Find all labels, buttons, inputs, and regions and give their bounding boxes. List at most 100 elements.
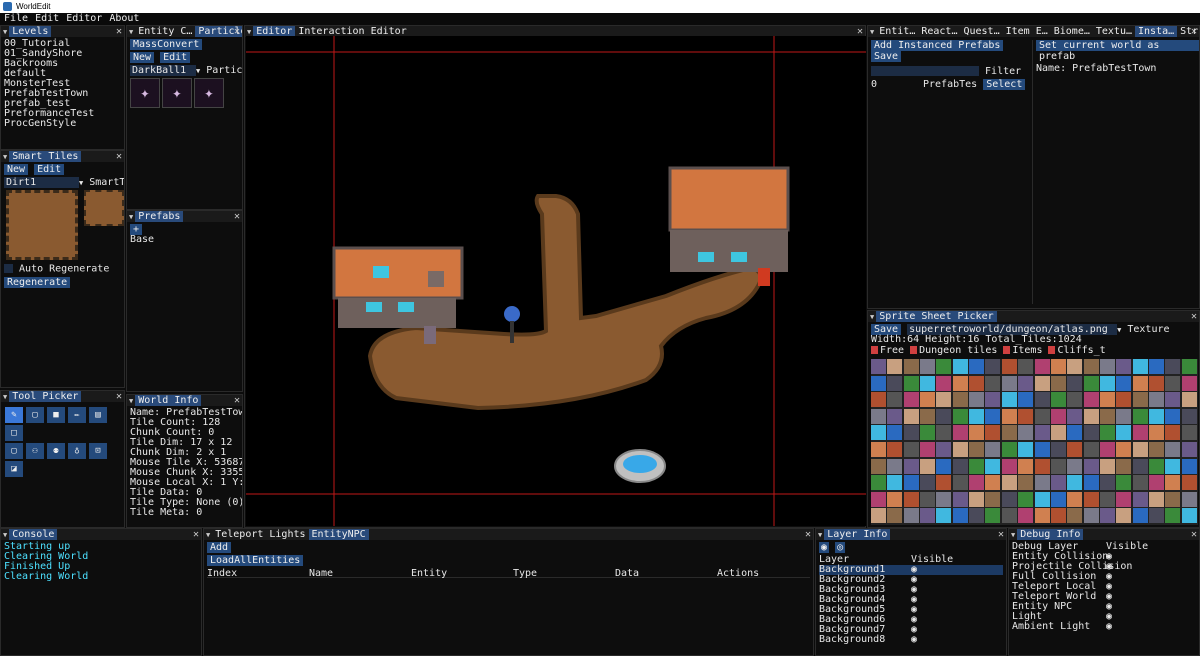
sprite-tile[interactable]	[1083, 508, 1099, 524]
prefab-item[interactable]: Base	[130, 235, 239, 245]
sprite-tile[interactable]	[1148, 392, 1164, 408]
sprite-tile[interactable]	[952, 392, 968, 408]
sprite-tile[interactable]	[1148, 491, 1164, 507]
sprite-tile[interactable]	[1148, 425, 1164, 441]
sprite-tile[interactable]	[1132, 458, 1148, 474]
sprite-tile[interactable]	[1099, 408, 1115, 424]
sprite-tile[interactable]	[1050, 442, 1066, 457]
sprite-tile[interactable]	[1034, 442, 1050, 457]
smart-tile-select[interactable]: Dirt1	[4, 177, 79, 188]
sprite-tile[interactable]	[887, 491, 903, 507]
chevron-down-icon[interactable]: ▼	[196, 67, 200, 75]
sprite-tile[interactable]	[871, 359, 886, 374]
sprite-tile[interactable]	[920, 442, 936, 457]
sprite-tile[interactable]	[1083, 475, 1099, 491]
sprite-tile[interactable]	[1181, 408, 1197, 424]
regenerate-button[interactable]: Regenerate	[4, 276, 71, 288]
sprite-tile[interactable]	[1165, 359, 1181, 374]
sprite-tile[interactable]	[1148, 408, 1164, 424]
sprite-tile[interactable]	[1132, 475, 1148, 491]
particle-thumb[interactable]: ✦	[194, 78, 224, 108]
right-tab[interactable]: Quest…	[960, 26, 1002, 37]
sprite-tile[interactable]	[1067, 508, 1083, 524]
sprite-tile[interactable]	[920, 375, 936, 391]
particle-thumb[interactable]: ✦	[130, 78, 160, 108]
sprite-tile[interactable]	[903, 458, 919, 474]
sprite-tile[interactable]	[887, 408, 903, 424]
sprite-tile[interactable]	[1034, 408, 1050, 424]
sprite-tile[interactable]	[1067, 375, 1083, 391]
sprite-tile[interactable]	[871, 458, 886, 474]
sprite-tile[interactable]	[1165, 408, 1181, 424]
sprite-tile[interactable]	[1018, 359, 1034, 374]
sprite-tile[interactable]	[985, 375, 1001, 391]
sprite-tile[interactable]	[969, 375, 985, 391]
sprite-tile[interactable]	[1132, 491, 1148, 507]
sprite-tile[interactable]	[1148, 442, 1164, 457]
add-entity-button[interactable]: Add	[207, 542, 232, 553]
npc-tool-icon[interactable]: ⚉	[47, 443, 65, 459]
sprite-tab[interactable]: Dungeon tiles	[910, 345, 997, 356]
sprite-tile[interactable]	[871, 491, 886, 507]
sprite-tile[interactable]	[952, 508, 968, 524]
smart-new-button[interactable]: New	[4, 164, 29, 175]
sprite-tile[interactable]	[985, 491, 1001, 507]
sprite-tile[interactable]	[1050, 475, 1066, 491]
sprite-tile[interactable]	[952, 458, 968, 474]
sprite-tile[interactable]	[1165, 458, 1181, 474]
sprite-tile[interactable]	[1148, 458, 1164, 474]
sprite-tile[interactable]	[1067, 475, 1083, 491]
sprite-tile[interactable]	[936, 425, 952, 441]
sprite-tile[interactable]	[1034, 425, 1050, 441]
sprite-tile[interactable]	[1116, 458, 1132, 474]
sprite-tile[interactable]	[1001, 475, 1017, 491]
sprite-tile[interactable]	[903, 425, 919, 441]
sprite-tile[interactable]	[1018, 475, 1034, 491]
tab-entity[interactable]: Entity C…	[135, 26, 195, 37]
sprite-tile[interactable]	[1001, 508, 1017, 524]
close-icon[interactable]: ✕	[116, 151, 122, 162]
sprite-tile[interactable]	[1116, 491, 1132, 507]
sprite-tile[interactable]	[887, 508, 903, 524]
sprite-tile[interactable]	[1148, 359, 1164, 374]
chevron-down-icon[interactable]: ▼	[1117, 326, 1121, 334]
sprite-tile[interactable]	[920, 359, 936, 374]
sprite-tile[interactable]	[1083, 359, 1099, 374]
menu-editor[interactable]: Editor	[66, 13, 102, 24]
sprite-tab[interactable]: Items	[1003, 345, 1042, 356]
sprite-tile[interactable]	[903, 442, 919, 457]
sprite-tile[interactable]	[1116, 408, 1132, 424]
menu-file[interactable]: File	[4, 13, 28, 24]
close-icon[interactable]: ✕	[1191, 26, 1197, 37]
sprite-tile[interactable]	[969, 491, 985, 507]
sprite-tile[interactable]	[1018, 458, 1034, 474]
instanced-save-button[interactable]: Save	[871, 51, 902, 62]
sprite-tile[interactable]	[871, 508, 886, 524]
sprite-tab-label[interactable]: Items	[1012, 345, 1042, 356]
smart-edit-button[interactable]: Edit	[34, 164, 65, 175]
sprite-tile[interactable]	[920, 508, 936, 524]
sprite-tile[interactable]	[1001, 491, 1017, 507]
sprite-tile[interactable]	[1099, 508, 1115, 524]
sprite-tile[interactable]	[1018, 425, 1034, 441]
sprite-tile[interactable]	[952, 408, 968, 424]
close-icon[interactable]: ✕	[1191, 311, 1197, 322]
right-tab[interactable]: React…	[918, 26, 960, 37]
sprite-tile[interactable]	[1099, 442, 1115, 457]
sprite-tile[interactable]	[1001, 375, 1017, 391]
square-tool-icon[interactable]: ▢	[5, 443, 23, 459]
sprite-tile[interactable]	[1181, 442, 1197, 457]
sprite-tile[interactable]	[1001, 359, 1017, 374]
sprite-tile[interactable]	[1050, 425, 1066, 441]
sprite-tile[interactable]	[1018, 392, 1034, 408]
sprite-tile[interactable]	[1067, 408, 1083, 424]
bucket-tool-icon[interactable]: ▤	[89, 407, 107, 423]
sprite-tile[interactable]	[1116, 425, 1132, 441]
sprite-tile[interactable]	[871, 375, 886, 391]
sprite-tile[interactable]	[1050, 508, 1066, 524]
sprite-tile[interactable]	[1181, 458, 1197, 474]
sprite-tile[interactable]	[887, 475, 903, 491]
sprite-tile[interactable]	[1116, 475, 1132, 491]
smart-tile-preview[interactable]	[4, 190, 124, 262]
sprite-tab-label[interactable]: Dungeon tiles	[919, 345, 997, 356]
